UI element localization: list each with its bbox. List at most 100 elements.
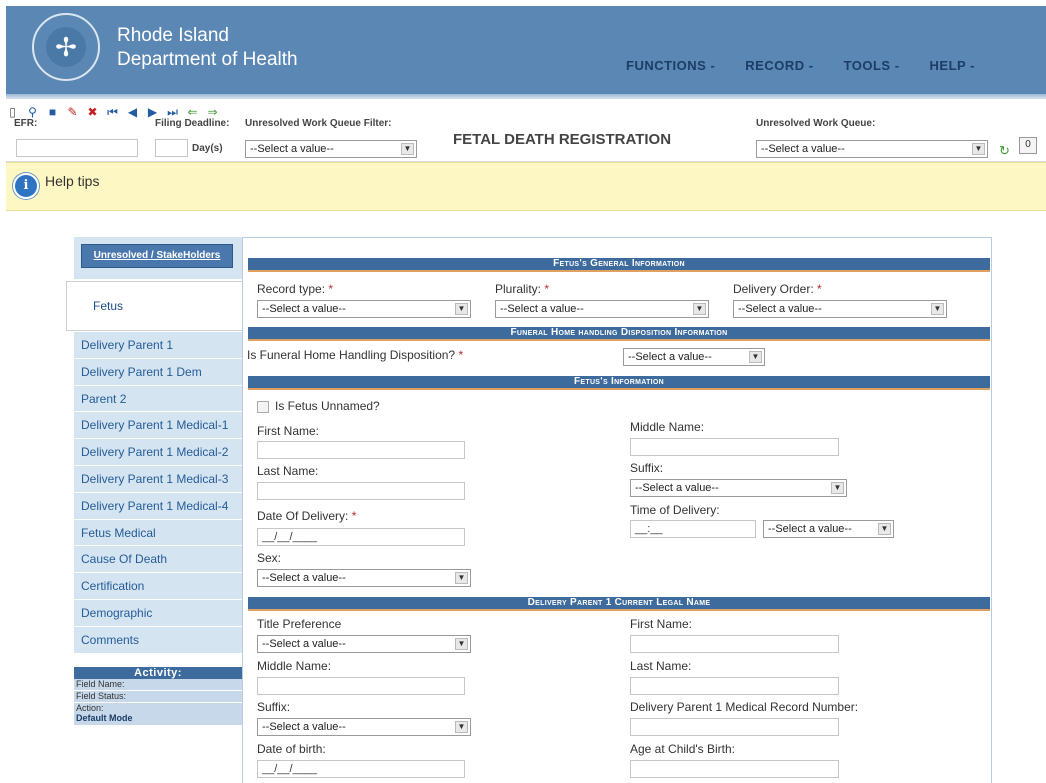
forward-arrow-icon[interactable]: ⇒ bbox=[206, 105, 219, 119]
toolbar-icons: ▯ ⚲ ■ ✎ ✖ ⏮ ◀ ▶ ⏭ ⇐ ⇒ bbox=[6, 105, 219, 119]
fetus-first-name-label: First Name: bbox=[257, 424, 320, 438]
sidebar-item-medical-2[interactable]: Delivery Parent 1 Medical-2 bbox=[74, 439, 242, 466]
sidebar-item-cause-of-death[interactable]: Cause Of Death bbox=[74, 546, 242, 574]
eraser-icon[interactable]: ✎ bbox=[66, 105, 79, 119]
back-arrow-icon[interactable]: ⇐ bbox=[186, 105, 199, 119]
chevron-down-icon: ▼ bbox=[693, 303, 706, 315]
sidebar-item-medical-1[interactable]: Delivery Parent 1 Medical-1 bbox=[74, 412, 242, 440]
queue-count-badge: 0 bbox=[1019, 137, 1037, 154]
nav-record[interactable]: RECORD - bbox=[745, 58, 813, 73]
previous-record-icon[interactable]: ◀ bbox=[126, 105, 139, 119]
fetus-unnamed-label: Is Fetus Unnamed? bbox=[275, 399, 380, 413]
sidebar-item-comments[interactable]: Comments bbox=[74, 626, 242, 654]
date-of-delivery-label: Date Of Delivery: * bbox=[257, 509, 357, 523]
parent1-last-name-label: Last Name: bbox=[630, 659, 692, 673]
delete-x-icon[interactable]: ✖ bbox=[86, 105, 99, 119]
fetus-middle-name-input[interactable] bbox=[630, 438, 839, 456]
record-type-select[interactable]: --Select a value-- ▼ bbox=[257, 300, 471, 318]
sidebar-item-medical-3[interactable]: Delivery Parent 1 Medical-3 bbox=[74, 465, 242, 493]
sidebar-item-certification[interactable]: Certification bbox=[74, 573, 242, 600]
parent1-mrn-input[interactable] bbox=[630, 718, 839, 736]
chevron-down-icon: ▼ bbox=[878, 523, 891, 535]
fetus-first-name-input[interactable] bbox=[257, 441, 465, 459]
required-mark: * bbox=[817, 282, 822, 296]
fetus-unnamed-checkbox[interactable] bbox=[257, 401, 269, 413]
fetus-suffix-select[interactable]: --Select a value-- ▼ bbox=[630, 479, 847, 497]
record-type-label: Record type: * bbox=[257, 282, 334, 296]
sex-label: Sex: bbox=[257, 551, 282, 565]
sidebar-item-fetus-medical[interactable]: Fetus Medical bbox=[74, 519, 242, 547]
sidebar-item-medical-4[interactable]: Delivery Parent 1 Medical-4 bbox=[74, 492, 242, 520]
parent1-last-name-input[interactable] bbox=[630, 677, 839, 695]
nav-help[interactable]: HELP - bbox=[930, 58, 975, 73]
parent1-age-label: Age at Child's Birth: bbox=[630, 742, 736, 756]
efr-input[interactable] bbox=[16, 139, 138, 157]
first-record-icon[interactable]: ⏮ bbox=[106, 105, 119, 119]
chevron-down-icon: ▼ bbox=[931, 303, 944, 315]
funeral-home-select[interactable]: --Select a value-- ▼ bbox=[623, 348, 765, 366]
fetus-suffix-label: Suffix: bbox=[630, 461, 664, 475]
parent1-dob-input[interactable]: __/__/____ bbox=[257, 760, 465, 778]
time-of-delivery-label: Time of Delivery: bbox=[630, 503, 720, 517]
parent1-middle-name-input[interactable] bbox=[257, 677, 465, 695]
nav-functions[interactable]: FUNCTIONS - bbox=[626, 58, 715, 73]
info-icon[interactable]: i bbox=[13, 173, 39, 199]
save-disk-icon[interactable]: ■ bbox=[46, 105, 59, 119]
nav-tools[interactable]: TOOLS - bbox=[844, 58, 900, 73]
time-of-delivery-input[interactable]: __:__ bbox=[630, 520, 756, 538]
title-preference-select[interactable]: --Select a value-- ▼ bbox=[257, 635, 471, 653]
parent1-middle-name-label: Middle Name: bbox=[257, 659, 332, 673]
activity-action-label: Action: bbox=[76, 703, 104, 713]
filing-deadline-label: Filing Deadline: bbox=[155, 118, 230, 129]
plurality-select[interactable]: --Select a value-- ▼ bbox=[495, 300, 709, 318]
sidebar-item-demographic[interactable]: Demographic bbox=[74, 599, 242, 627]
sex-select[interactable]: --Select a value-- ▼ bbox=[257, 569, 471, 587]
fetus-middle-name-label: Middle Name: bbox=[630, 420, 705, 434]
fetus-last-name-input[interactable] bbox=[257, 482, 465, 500]
brand-line1: Rhode Island bbox=[117, 25, 229, 46]
efr-label: EFR: bbox=[14, 118, 38, 129]
refresh-icon[interactable]: ↻ bbox=[999, 143, 1010, 159]
funeral-home-label: Is Funeral Home Handling Disposition? * bbox=[247, 348, 464, 362]
sidebar-item-fetus[interactable]: Fetus bbox=[66, 281, 242, 331]
delivery-order-label: Delivery Order: * bbox=[733, 282, 822, 296]
chevron-down-icon: ▼ bbox=[831, 482, 844, 494]
last-record-icon[interactable]: ⏭ bbox=[166, 105, 179, 119]
chevron-down-icon: ▼ bbox=[455, 721, 468, 733]
uwq-select[interactable]: --Select a value-- ▼ bbox=[756, 140, 988, 158]
next-record-icon[interactable]: ▶ bbox=[146, 105, 159, 119]
sidebar-top: Unresolved / StakeHolders bbox=[74, 237, 242, 279]
uwq-filter-select[interactable]: --Select a value-- ▼ bbox=[245, 140, 417, 158]
parent1-suffix-select[interactable]: --Select a value-- ▼ bbox=[257, 718, 471, 736]
delivery-order-select[interactable]: --Select a value-- ▼ bbox=[733, 300, 947, 318]
uwq-filter-label: Unresolved Work Queue Filter: bbox=[245, 118, 392, 129]
seal-emblem-icon: ✢ bbox=[46, 27, 86, 67]
required-mark: * bbox=[351, 509, 357, 523]
parent1-first-name-label: First Name: bbox=[630, 617, 693, 631]
title-preference-label: Title Preference bbox=[257, 617, 342, 631]
uwq-value: --Select a value-- bbox=[761, 143, 845, 155]
top-nav: FUNCTIONS - RECORD - TOOLS - HELP - bbox=[626, 58, 1005, 73]
chevron-down-icon: ▼ bbox=[455, 638, 468, 650]
time-ampm-select[interactable]: --Select a value-- ▼ bbox=[763, 520, 894, 538]
date-of-delivery-input[interactable]: __/__/____ bbox=[257, 528, 465, 546]
activity-field-status: Field Status: bbox=[74, 691, 242, 703]
activity-action: Action: Default Mode bbox=[74, 703, 242, 725]
page-title: FETAL DEATH REGISTRATION bbox=[453, 131, 672, 148]
parent1-first-name-input[interactable] bbox=[630, 635, 839, 653]
parent1-dob-label: Date of birth: bbox=[257, 742, 326, 756]
section-header-general: Fetus's General Information bbox=[248, 258, 990, 272]
filing-deadline-input[interactable] bbox=[155, 139, 188, 157]
chevron-down-icon: ▼ bbox=[455, 303, 468, 315]
help-tips-text: Help tips bbox=[45, 173, 100, 189]
help-tips-bar: i Help tips bbox=[6, 162, 1046, 211]
form-panel: Fetus's General Information Record type:… bbox=[242, 237, 992, 783]
sidebar-item-delivery-parent-1-dem[interactable]: Delivery Parent 1 Dem bbox=[74, 358, 242, 386]
binoculars-search-icon[interactable]: ⚲ bbox=[26, 105, 39, 119]
section-header-fetus-info: Fetus's Information bbox=[248, 376, 990, 390]
parent1-age-input[interactable] bbox=[630, 760, 839, 778]
sidebar-item-parent-2[interactable]: Parent 2 bbox=[74, 385, 242, 413]
unresolved-stakeholders-button[interactable]: Unresolved / StakeHolders bbox=[81, 244, 233, 268]
new-document-icon[interactable]: ▯ bbox=[6, 105, 19, 119]
sidebar-item-delivery-parent-1[interactable]: Delivery Parent 1 bbox=[74, 332, 242, 359]
